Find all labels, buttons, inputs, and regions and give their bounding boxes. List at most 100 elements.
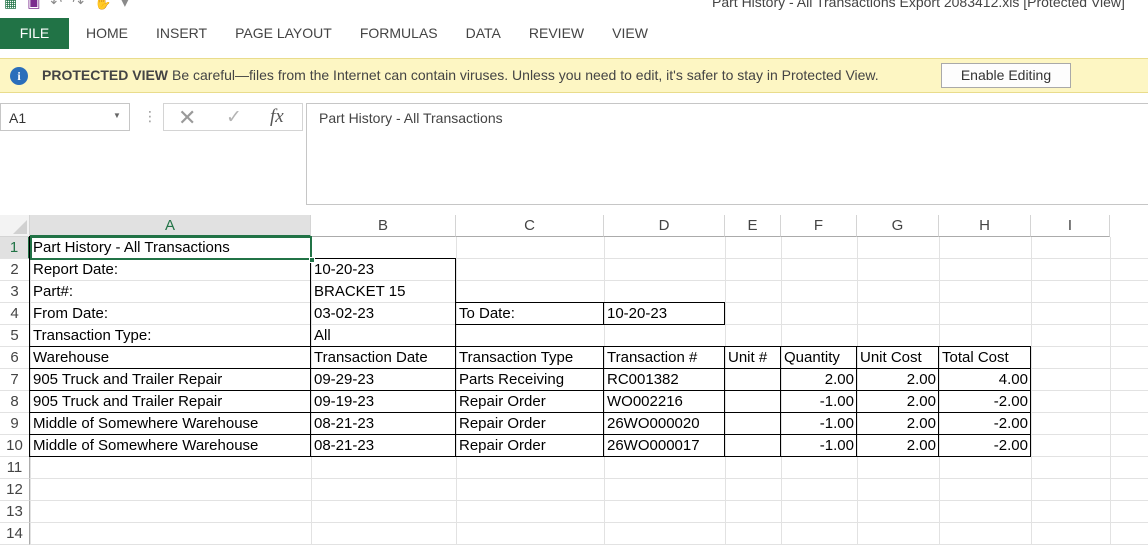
cell-c10[interactable]: Repair Order — [456, 435, 604, 457]
row-header-14[interactable]: 14 — [0, 523, 30, 545]
gridline — [30, 522, 1148, 523]
cell-b8[interactable]: 09-19-23 — [311, 391, 456, 413]
row-header-9[interactable]: 9 — [0, 413, 30, 435]
cell-h8[interactable]: -2.00 — [939, 391, 1031, 413]
tab-home[interactable]: HOME — [72, 18, 142, 49]
cell-a6[interactable]: Warehouse — [30, 347, 311, 369]
cell-b10[interactable]: 08-21-23 — [311, 435, 456, 457]
select-all-button[interactable] — [0, 215, 30, 237]
protected-view-message: Be careful—files from the Internet can c… — [172, 67, 879, 83]
excel-window: ▦ ▣ ↶ ↷ ✋ ▾ Part History - All Transacti… — [0, 0, 1148, 545]
insert-function-icon[interactable]: fx — [270, 106, 284, 128]
name-box[interactable]: A1 ▼ — [0, 103, 130, 131]
row-header-12[interactable]: 12 — [0, 479, 30, 501]
row-header-4[interactable]: 4 — [0, 303, 30, 325]
customize-toolbar-icon[interactable]: ▾ — [121, 0, 128, 12]
active-cell-selection[interactable] — [30, 236, 315, 263]
row-header-13[interactable]: 13 — [0, 501, 30, 523]
cell-g7[interactable]: 2.00 — [857, 369, 939, 391]
gridline — [30, 478, 1148, 479]
tab-view[interactable]: VIEW — [598, 18, 662, 49]
cell-d7[interactable]: RC001382 — [604, 369, 725, 391]
cell-a9[interactable]: Middle of Somewhere Warehouse — [30, 413, 311, 435]
cell-h6[interactable]: Total Cost — [939, 347, 1031, 369]
cell-c4[interactable]: To Date: — [456, 303, 604, 325]
cell-b2[interactable]: 10-20-23 — [311, 259, 456, 281]
cell-d9[interactable]: 26WO000020 — [604, 413, 725, 435]
cell-b9[interactable]: 08-21-23 — [311, 413, 456, 435]
cell-h10[interactable]: -2.00 — [939, 435, 1031, 457]
cell-f10[interactable]: -1.00 — [781, 435, 857, 457]
column-header-c[interactable]: C — [456, 215, 604, 237]
cell-h7[interactable]: 4.00 — [939, 369, 1031, 391]
column-header-g[interactable]: G — [857, 215, 939, 237]
cell-c7[interactable]: Parts Receiving — [456, 369, 604, 391]
tab-page-layout[interactable]: PAGE LAYOUT — [221, 18, 346, 49]
chevron-down-icon[interactable]: ▼ — [113, 111, 121, 120]
tab-formulas[interactable]: FORMULAS — [346, 18, 452, 49]
tab-review[interactable]: REVIEW — [515, 18, 598, 49]
row-header-6[interactable]: 6 — [0, 347, 30, 369]
cell-b3[interactable]: BRACKET 15 — [311, 281, 456, 303]
row-header-2[interactable]: 2 — [0, 259, 30, 281]
tab-data[interactable]: DATA — [452, 18, 515, 49]
column-header-i[interactable]: I — [1031, 215, 1110, 237]
cell-g9[interactable]: 2.00 — [857, 413, 939, 435]
protected-view-heading: PROTECTED VIEW — [42, 67, 169, 83]
cell-b5[interactable]: All — [311, 325, 456, 347]
cell-b7[interactable]: 09-29-23 — [311, 369, 456, 391]
cell-d8[interactable]: WO002216 — [604, 391, 725, 413]
cell-f6[interactable]: Quantity — [781, 347, 857, 369]
cell-b4[interactable]: 03-02-23 — [311, 303, 456, 325]
cell-a8[interactable]: 905 Truck and Trailer Repair — [30, 391, 311, 413]
cell-a5[interactable]: Transaction Type: — [30, 325, 311, 347]
tab-file[interactable]: FILE — [0, 18, 69, 49]
cell-a7[interactable]: 905 Truck and Trailer Repair — [30, 369, 311, 391]
tab-insert[interactable]: INSERT — [142, 18, 221, 49]
cell-a10[interactable]: Middle of Somewhere Warehouse — [30, 435, 311, 457]
column-header-f[interactable]: F — [781, 215, 857, 237]
cell-a3[interactable]: Part#: — [30, 281, 311, 303]
excel-logo-icon: ▦ — [4, 0, 18, 10]
enter-check-icon[interactable]: ✓ — [226, 106, 242, 129]
column-header-e[interactable]: E — [725, 215, 781, 237]
touch-mode-icon[interactable]: ✋ — [94, 0, 111, 12]
cancel-icon[interactable]: ✕ — [178, 105, 196, 131]
row-header-5[interactable]: 5 — [0, 325, 30, 347]
row-header-1[interactable]: 1 — [0, 237, 30, 259]
cell-g6[interactable]: Unit Cost — [857, 347, 939, 369]
cell-g8[interactable]: 2.00 — [857, 391, 939, 413]
cell-h9[interactable]: -2.00 — [939, 413, 1031, 435]
row-header-7[interactable]: 7 — [0, 369, 30, 391]
column-header-b[interactable]: B — [311, 215, 456, 237]
column-header-h[interactable]: H — [939, 215, 1031, 237]
undo-icon[interactable]: ↶ — [50, 0, 62, 12]
cell-a4[interactable]: From Date: — [30, 303, 311, 325]
cell-d4[interactable]: 10-20-23 — [604, 303, 725, 325]
cell-a2[interactable]: Report Date: — [30, 259, 311, 281]
cell-g10[interactable]: 2.00 — [857, 435, 939, 457]
cell-f7[interactable]: 2.00 — [781, 369, 857, 391]
save-icon[interactable]: ▣ — [27, 0, 40, 12]
cell-f9[interactable]: -1.00 — [781, 413, 857, 435]
fill-handle[interactable] — [309, 257, 315, 263]
row-header-8[interactable]: 8 — [0, 391, 30, 413]
cell-d10[interactable]: 26WO000017 — [604, 435, 725, 457]
row-header-3[interactable]: 3 — [0, 281, 30, 303]
redo-icon[interactable]: ↷ — [72, 0, 84, 12]
enable-editing-button[interactable]: Enable Editing — [941, 63, 1071, 88]
row-header-10[interactable]: 10 — [0, 435, 30, 457]
formula-bar-grip-icon[interactable]: ⋮ — [143, 108, 157, 125]
column-header-d[interactable]: D — [604, 215, 725, 237]
worksheet-grid[interactable]: A B C D E F G H I 1 2 3 4 5 6 7 8 9 10 11 12 13 14 Part History… — [0, 215, 1148, 545]
cell-c8[interactable]: Repair Order — [456, 391, 604, 413]
cell-d6[interactable]: Transaction # — [604, 347, 725, 369]
cell-e6[interactable]: Unit # — [725, 347, 781, 369]
cell-c9[interactable]: Repair Order — [456, 413, 604, 435]
column-header-a[interactable]: A — [30, 215, 311, 237]
cell-c6[interactable]: Transaction Type — [456, 347, 604, 369]
cell-b6[interactable]: Transaction Date — [311, 347, 456, 369]
cell-f8[interactable]: -1.00 — [781, 391, 857, 413]
row-header-11[interactable]: 11 — [0, 457, 30, 479]
formula-input[interactable]: Part History - All Transactions — [306, 103, 1148, 205]
